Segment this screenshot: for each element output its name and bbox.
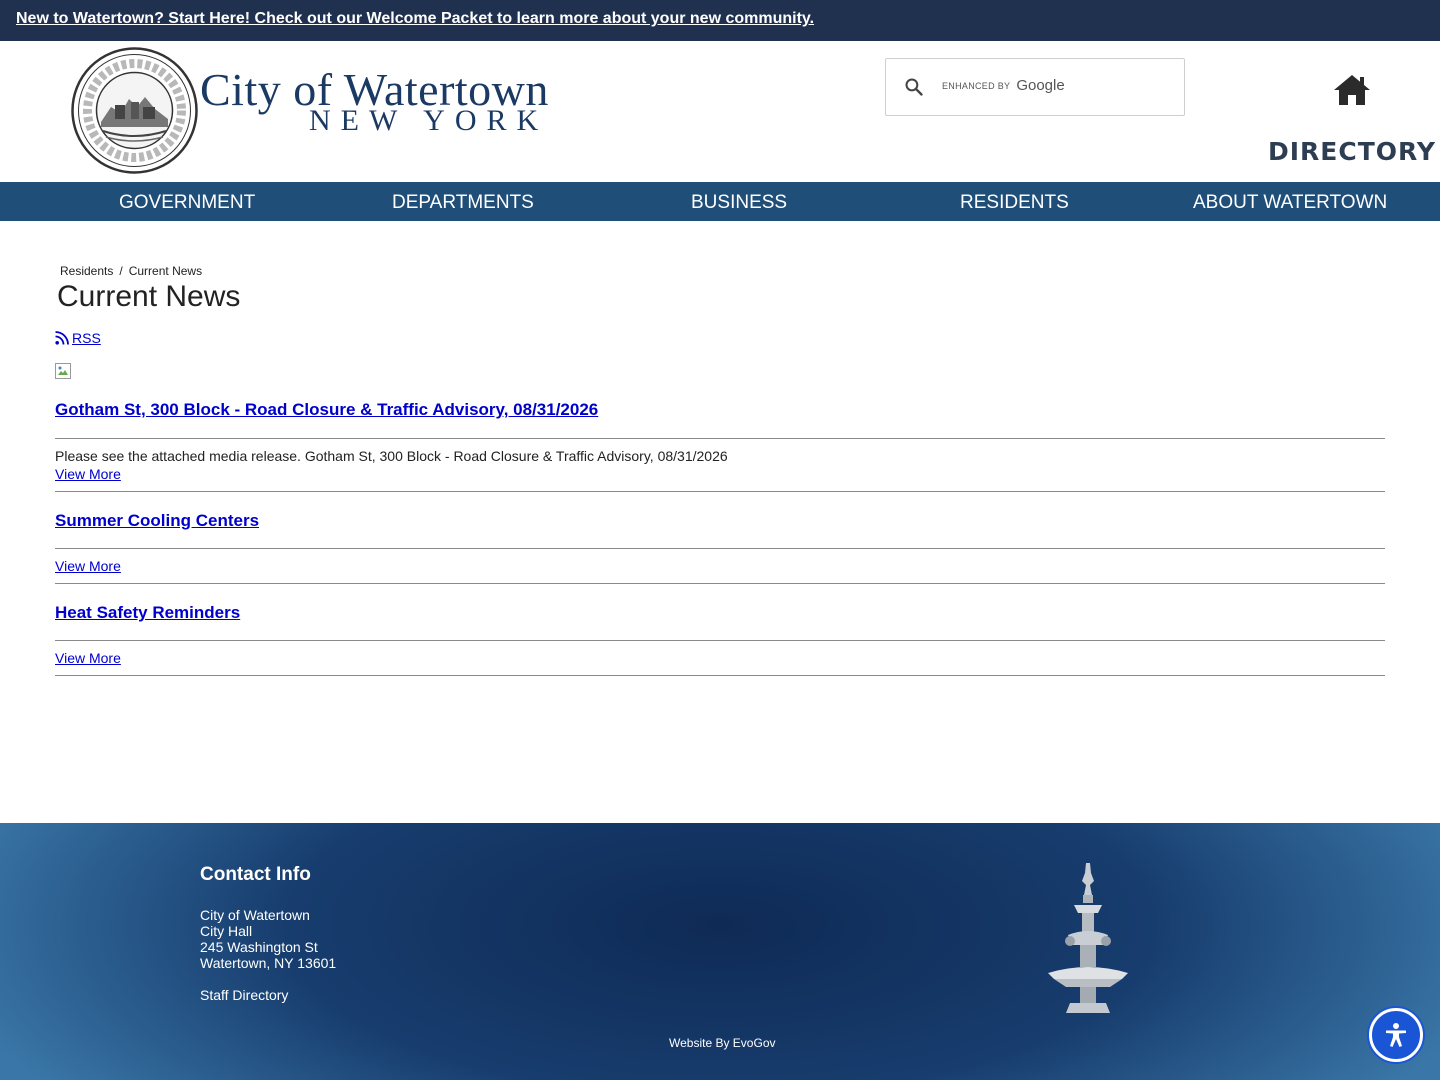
divider bbox=[55, 438, 1385, 439]
nav-item-about-watertown[interactable]: ABOUT WATERTOWN bbox=[1193, 192, 1387, 214]
fountain-illustration bbox=[1048, 863, 1128, 1013]
view-more-link[interactable]: View More bbox=[55, 466, 121, 482]
rss-icon bbox=[55, 331, 69, 345]
alert-bar: New to Watertown? Start Here! Check out … bbox=[0, 0, 1440, 41]
view-more-link[interactable]: View More bbox=[55, 558, 121, 574]
divider bbox=[55, 583, 1385, 584]
news-item-title[interactable]: Gotham St, 300 Block - Road Closure & Tr… bbox=[55, 400, 598, 420]
search-input[interactable] bbox=[940, 75, 1170, 101]
divider bbox=[55, 640, 1385, 641]
website-credit[interactable]: Website By EvoGov bbox=[669, 1036, 776, 1050]
brand-subtitle[interactable]: NEW YORK bbox=[309, 104, 548, 138]
page-title: Current News bbox=[57, 280, 241, 313]
search-box: ENHANCED BY Google bbox=[885, 58, 1185, 116]
accessibility-button[interactable] bbox=[1369, 1008, 1423, 1062]
breadcrumb-item-residents[interactable]: Residents bbox=[60, 264, 113, 278]
search-icon[interactable] bbox=[904, 77, 924, 97]
home-icon[interactable] bbox=[1333, 73, 1371, 107]
city-seal-logo[interactable] bbox=[71, 47, 198, 174]
contact-line: City of Watertown bbox=[200, 907, 310, 923]
breadcrumb-item-current-news: Current News bbox=[128, 264, 203, 278]
welcome-packet-link[interactable]: New to Watertown? Start Here! Check out … bbox=[16, 10, 814, 28]
breadcrumb: Residents / Current News bbox=[60, 264, 202, 278]
nav-item-departments[interactable]: DEPARTMENTS bbox=[392, 192, 534, 214]
news-item-summary: Please see the attached media release. G… bbox=[55, 448, 728, 464]
staff-directory-link[interactable]: Staff Directory bbox=[200, 987, 288, 1003]
broken-image-icon bbox=[55, 363, 71, 379]
divider bbox=[55, 548, 1385, 549]
site-header: City of Watertown NEW YORK ENHANCED BY G… bbox=[0, 41, 1440, 182]
contact-line: City Hall bbox=[200, 923, 253, 939]
accessibility-icon bbox=[1386, 1023, 1406, 1047]
nav-item-government[interactable]: GOVERNMENT bbox=[119, 192, 255, 214]
divider bbox=[55, 491, 1385, 492]
contact-line: 245 Washington St bbox=[200, 939, 318, 955]
rss-label: RSS bbox=[72, 330, 101, 346]
view-more-link[interactable]: View More bbox=[55, 650, 121, 666]
news-item-title[interactable]: Summer Cooling Centers bbox=[55, 511, 259, 531]
directory-link[interactable]: DIRECTORY bbox=[1268, 137, 1436, 166]
breadcrumb-separator: / bbox=[119, 264, 123, 278]
nav-item-business[interactable]: BUSINESS bbox=[691, 192, 787, 214]
divider bbox=[55, 675, 1385, 676]
contact-info-title: Contact Info bbox=[200, 864, 311, 885]
main-nav: GOVERNMENT DEPARTMENTS BUSINESS RESIDENT… bbox=[0, 182, 1440, 221]
contact-line: Watertown, NY 13601 bbox=[200, 955, 337, 971]
site-footer: Contact Info City of Watertown City Hall… bbox=[0, 823, 1440, 1080]
nav-item-residents[interactable]: RESIDENTS bbox=[960, 192, 1069, 214]
news-item-title[interactable]: Heat Safety Reminders bbox=[55, 603, 240, 623]
rss-link[interactable]: RSS bbox=[55, 330, 101, 346]
